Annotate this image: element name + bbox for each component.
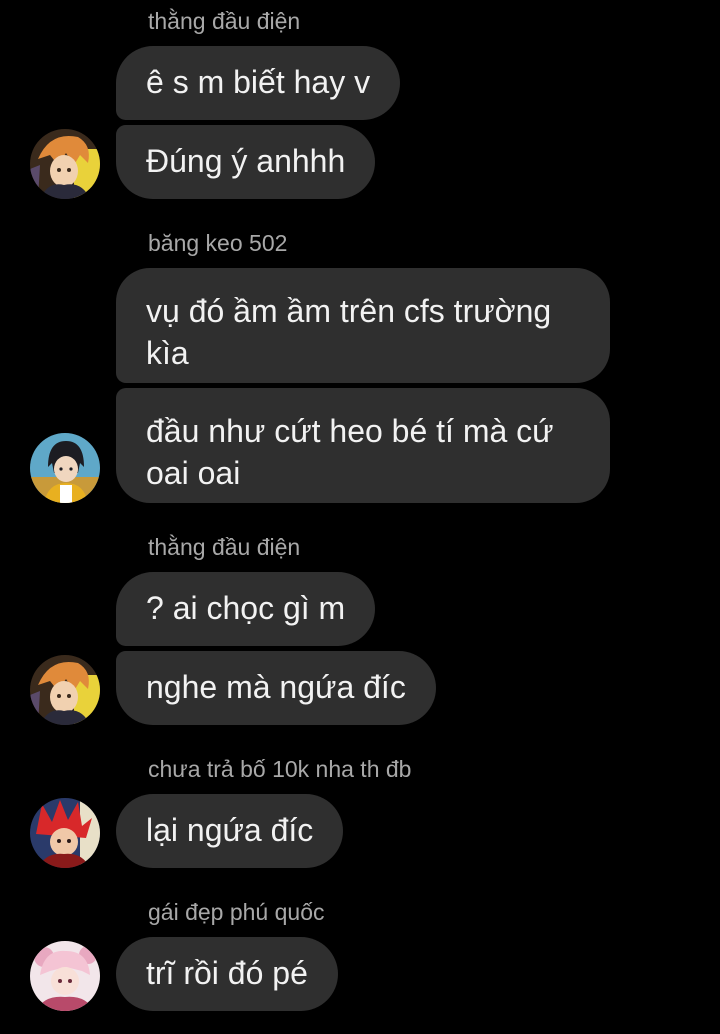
- message-bubble[interactable]: ? ai chọc gì m: [116, 572, 376, 646]
- avatar-icon[interactable]: [30, 433, 100, 503]
- avatar-orange-hair-icon: [30, 129, 100, 199]
- sender-name: chưa trả bố 10k nha th đb: [148, 756, 412, 782]
- message-bubble[interactable]: lại ngứa đíc: [116, 794, 344, 868]
- avatar-red-hair-icon: [30, 798, 100, 868]
- message-bubble[interactable]: trĩ rồi đó pé: [116, 937, 338, 1011]
- sender-name: gái đẹp phú quốc: [148, 899, 325, 925]
- avatar-pink-icon: [30, 941, 100, 1011]
- message-bubble[interactable]: vụ đó ầm ầm trên cfs trường kìa: [116, 268, 610, 383]
- message-bubble[interactable]: đầu như cứt heo bé tí mà cứ oai oai: [116, 388, 610, 503]
- avatar-orange-hair-icon: [30, 655, 100, 725]
- message-bubble[interactable]: nghe mà ngứa đíc: [116, 651, 436, 725]
- avatar-icon[interactable]: [30, 129, 100, 199]
- avatar-icon[interactable]: [30, 941, 100, 1011]
- chat-thread: thằng đầu điện ê s m biết hay v Đúng ý a…: [0, 0, 720, 1034]
- avatar-dark-hair-icon: [30, 433, 100, 503]
- message-bubble[interactable]: Đúng ý anhhh: [116, 125, 376, 199]
- avatar-icon[interactable]: [30, 798, 100, 868]
- sender-name: thằng đầu điện: [148, 534, 301, 560]
- sender-name: băng keo 502: [148, 230, 288, 256]
- sender-name: thằng đầu điện: [148, 8, 301, 34]
- message-bubble[interactable]: ê s m biết hay v: [116, 46, 401, 120]
- avatar-icon[interactable]: [30, 655, 100, 725]
